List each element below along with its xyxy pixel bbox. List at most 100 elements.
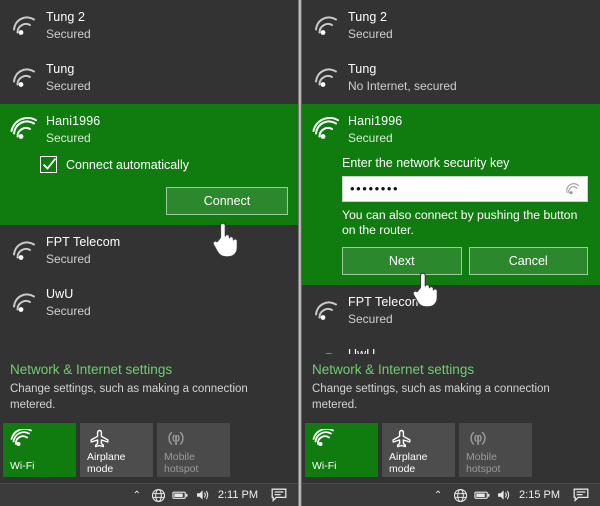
- volume-icon[interactable]: [493, 484, 515, 506]
- taskbar-clock[interactable]: 2:15 PM: [515, 489, 568, 501]
- network-status: Secured: [348, 312, 393, 326]
- action-center-icon[interactable]: [568, 484, 594, 506]
- network-status: Secured: [46, 131, 91, 145]
- network-status: Secured: [348, 27, 393, 41]
- network-status: No Internet, secured: [348, 79, 457, 93]
- next-button[interactable]: Next: [342, 247, 462, 275]
- airplane-icon: [87, 429, 147, 451]
- network-info: Hani1996 Secured: [348, 113, 402, 146]
- network-info: Hani1996 Secured: [46, 113, 100, 146]
- network-globe-icon[interactable]: [148, 484, 170, 506]
- network-info: FPT Telecom Secured: [348, 294, 422, 327]
- tile-label: Airplane mode: [389, 451, 428, 475]
- network-row-fpt-telecom[interactable]: FPT Telecom Secured: [302, 285, 600, 337]
- tile-mobile-hotspot[interactable]: Mobile hotspot: [459, 423, 532, 477]
- show-hidden-icons-chevron-icon[interactable]: ⌃: [126, 484, 148, 506]
- network-name: Hani1996: [46, 114, 101, 128]
- form-button-row: Next Cancel: [342, 247, 588, 275]
- network-row-tung[interactable]: Tung No Internet, secured: [302, 52, 600, 104]
- tile-airplane-mode[interactable]: Airplane mode: [382, 423, 455, 477]
- wifi-flyout-right: Tung 2 Secured Tung No Internet, secured…: [302, 0, 600, 506]
- network-status: Secured: [348, 131, 393, 145]
- security-key-form: Enter the network security key ••••••••: [302, 156, 600, 275]
- network-row-tung-2[interactable]: Tung 2 Secured: [0, 0, 298, 52]
- network-list-right: Tung 2 Secured Tung No Internet, secured…: [302, 0, 600, 354]
- network-name: FPT Telecom: [46, 235, 121, 249]
- volume-icon[interactable]: [192, 484, 214, 506]
- network-info: Tung 2 Secured: [348, 9, 393, 42]
- taskbar-right: ⌃ 2:15 PM: [302, 483, 600, 506]
- tile-wifi[interactable]: Wi-Fi: [305, 423, 378, 477]
- network-row-hani1996[interactable]: Hani1996 Secured: [302, 104, 600, 156]
- network-status: Secured: [46, 252, 91, 266]
- hotspot-icon: [466, 429, 526, 451]
- wifi-signal-icon: [312, 350, 342, 354]
- connect-button[interactable]: Connect: [166, 187, 288, 215]
- wifi-signal-icon: [312, 298, 342, 324]
- tile-airplane-mode[interactable]: Airplane mode: [80, 423, 153, 477]
- wifi-signal-icon: [312, 65, 342, 91]
- network-status: Secured: [46, 304, 91, 318]
- quick-action-tiles: Wi-Fi Airplane mode Mobile hotspot: [0, 423, 298, 477]
- network-info: FPT Telecom Secured: [46, 234, 120, 267]
- security-key-input[interactable]: ••••••••: [342, 176, 588, 202]
- tile-label: Wi-Fi: [312, 460, 337, 472]
- network-status: Secured: [46, 27, 91, 41]
- network-name: Tung 2: [46, 10, 86, 24]
- taskbar-left: ⌃ 2:11 PM: [0, 483, 298, 506]
- network-name: FPT Telecom: [348, 295, 423, 309]
- selected-network-controls: Connect automatically: [0, 154, 298, 173]
- selected-network-block: Hani1996 Secured Connect automatically C…: [0, 104, 298, 225]
- tile-wifi[interactable]: Wi-Fi: [3, 423, 76, 477]
- action-center-icon[interactable]: [266, 484, 292, 506]
- wifi-signal-icon: [10, 65, 40, 91]
- wifi-signal-full-icon: [10, 116, 40, 143]
- connect-automatically-label: Connect automatically: [66, 157, 189, 172]
- eye-reveal-icon[interactable]: [564, 182, 582, 196]
- network-settings-description: Change settings, such as making a connec…: [10, 383, 248, 411]
- wifi-signal-icon: [10, 238, 40, 264]
- network-status: Secured: [46, 79, 91, 93]
- wifi-tile-icon: [10, 428, 70, 451]
- quick-action-tiles: Wi-Fi Airplane mode Mobile hotspot: [302, 423, 600, 477]
- network-internet-settings-link[interactable]: Network & Internet settings: [312, 360, 590, 380]
- network-globe-icon[interactable]: [449, 484, 471, 506]
- network-name: UwU: [46, 287, 74, 301]
- network-internet-settings-link[interactable]: Network & Internet settings: [10, 360, 288, 380]
- wifi-signal-icon: [312, 13, 342, 39]
- tile-label: Mobile hotspot: [164, 451, 199, 475]
- network-row-uwu[interactable]: UwU Secured: [0, 277, 298, 329]
- network-info: Tung Secured: [46, 61, 91, 94]
- cancel-button[interactable]: Cancel: [468, 247, 588, 275]
- security-key-label: Enter the network security key: [342, 156, 510, 170]
- network-name: Tung 2: [348, 10, 388, 24]
- battery-icon[interactable]: [471, 484, 493, 506]
- selected-network-block: Hani1996 Secured Enter the network secur…: [302, 104, 600, 285]
- network-row-tung-2[interactable]: Tung 2 Secured: [302, 0, 600, 52]
- network-info: Tung No Internet, secured: [348, 61, 457, 94]
- wifi-signal-icon: [10, 13, 40, 39]
- network-info: UwU Secured: [46, 286, 91, 319]
- network-name: Tung: [46, 62, 75, 76]
- show-hidden-icons-chevron-icon[interactable]: ⌃: [427, 484, 449, 506]
- connect-automatically-checkbox[interactable]: [40, 156, 57, 173]
- taskbar-clock[interactable]: 2:11 PM: [214, 489, 266, 501]
- network-info: UwU: [348, 346, 375, 354]
- network-settings-block: Network & Internet settings Change setti…: [302, 354, 600, 423]
- airplane-icon: [389, 429, 449, 451]
- network-row-hani1996[interactable]: Hani1996 Secured: [0, 104, 298, 156]
- network-row-fpt-telecom[interactable]: FPT Telecom Secured: [0, 225, 298, 277]
- hotspot-icon: [164, 429, 224, 451]
- router-button-hint: You can also connect by pushing the butt…: [342, 208, 578, 237]
- tile-mobile-hotspot[interactable]: Mobile hotspot: [157, 423, 230, 477]
- windows-wifi-flyout-comparison: Tung 2 Secured Tung Secured Hani1996 Sec…: [0, 0, 600, 506]
- security-key-value: ••••••••: [350, 181, 400, 196]
- network-row-uwu[interactable]: UwU: [302, 337, 600, 354]
- network-name: Tung: [348, 62, 377, 76]
- connect-button-row: Connect: [0, 187, 298, 215]
- network-row-tung[interactable]: Tung Secured: [0, 52, 298, 104]
- wifi-signal-icon: [10, 290, 40, 316]
- battery-icon[interactable]: [170, 484, 192, 506]
- wifi-tile-icon: [312, 428, 372, 451]
- connect-automatically-row[interactable]: Connect automatically: [40, 154, 286, 173]
